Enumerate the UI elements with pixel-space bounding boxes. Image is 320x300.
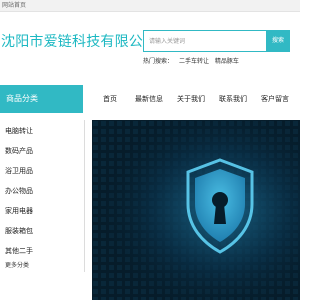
hero-banner	[92, 120, 300, 300]
home-link[interactable]: 网站首页	[2, 1, 26, 10]
category-item[interactable]: 浴卫用品	[5, 166, 33, 176]
category-item[interactable]: 办公物品	[5, 186, 33, 196]
category-item[interactable]: 其他二手	[5, 246, 33, 256]
category-list: 电脑转让 数码产品 浴卫用品 办公物品 家用电器 服装箱包 其他二手 更多分类	[0, 120, 85, 272]
nav-item-latest[interactable]: 最新信息	[135, 88, 163, 110]
main-nav: 首页 最新信息 关于我们 联系我们 客户留言	[85, 88, 300, 110]
category-item[interactable]: 电脑转让	[5, 126, 33, 136]
search-button[interactable]: 搜索	[266, 30, 290, 52]
category-item[interactable]: 服装箱包	[5, 226, 33, 236]
hot-search-label: 热门搜索：	[143, 58, 174, 65]
nav-item-messages[interactable]: 客户留言	[261, 88, 289, 110]
top-bar: 网站首页	[0, 0, 300, 12]
nav-item-about[interactable]: 关于我们	[177, 88, 205, 110]
nav-item-contact[interactable]: 联系我们	[219, 88, 247, 110]
hot-search-link[interactable]: 二手车转让	[179, 58, 209, 65]
more-categories-link[interactable]: 更多分类	[5, 262, 29, 270]
category-item[interactable]: 数码产品	[5, 146, 33, 156]
hot-search-link[interactable]: 精品豚车	[215, 58, 239, 65]
cyber-security-shield-image	[92, 120, 300, 300]
nav-item-home[interactable]: 首页	[103, 88, 117, 110]
category-item[interactable]: 家用电器	[5, 206, 33, 216]
site-title: 沈阳市爱链科技有限公司	[1, 34, 158, 50]
search-input[interactable]	[147, 32, 267, 50]
category-header: 商品分类	[0, 85, 83, 113]
hot-search: 热门搜索： 二手车转让 精品豚车	[143, 58, 243, 66]
